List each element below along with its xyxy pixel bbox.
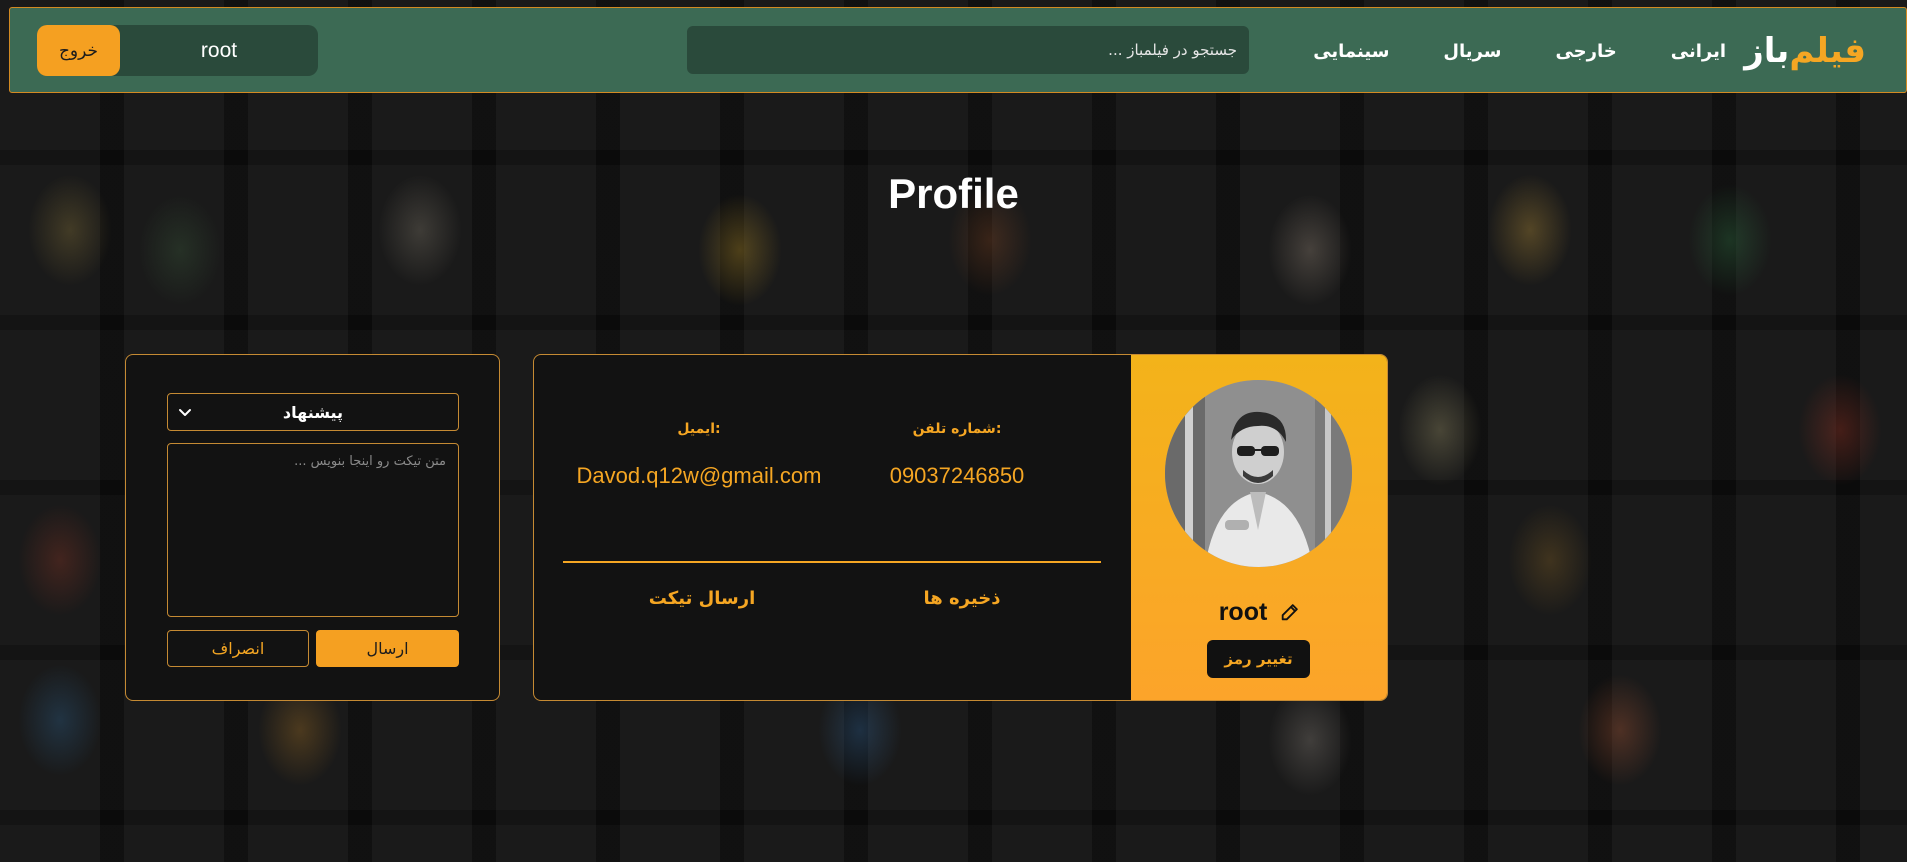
cancel-ticket-button[interactable]: انصراف	[167, 630, 309, 667]
page: فیلمباز ایرانی خارجی سریال سینمایی خروج …	[0, 0, 1907, 862]
email-label: ایمیل:	[677, 421, 721, 437]
divider	[563, 561, 1101, 563]
ticket-type-value: پیشنهاد	[282, 402, 344, 422]
profile-info: شماره تلفن: 09037246850 ایمیل: Davod.q12…	[534, 355, 1131, 700]
ticket-type-select[interactable]: پیشنهاد	[167, 393, 459, 431]
profile-username-row: root	[1131, 595, 1387, 629]
send-ticket-button[interactable]: ارسال	[316, 630, 459, 667]
logout-button[interactable]: خروج	[37, 25, 120, 76]
site-logo[interactable]: فیلم باز	[1744, 26, 1866, 76]
nav-item-foreign[interactable]: خارجی	[1555, 41, 1616, 62]
header-username[interactable]: root	[120, 25, 318, 76]
main-nav: ایرانی خارجی سریال سینمایی	[1313, 8, 1726, 94]
profile-avatar-panel: root تغییر رمز	[1131, 355, 1387, 700]
page-title: Profile	[888, 170, 1019, 217]
profile-username: root	[1218, 597, 1268, 626]
chevron-down-icon	[179, 409, 191, 416]
send-ticket-link[interactable]: ارسال تیکت	[592, 588, 812, 609]
phone-value: 09037246850	[889, 463, 1025, 488]
profile-card: شماره تلفن: 09037246850 ایمیل: Davod.q12…	[533, 354, 1388, 701]
nav-item-iranian[interactable]: ایرانی	[1671, 41, 1726, 62]
ticket-text-input[interactable]	[167, 443, 459, 617]
logo-text: فیلم	[1789, 31, 1866, 71]
avatar	[1165, 380, 1352, 567]
top-navbar: فیلمباز ایرانی خارجی سریال سینمایی خروج …	[9, 7, 1907, 93]
nav-item-series[interactable]: سریال	[1443, 41, 1501, 62]
logo-accent: باز	[1744, 31, 1790, 71]
search-input[interactable]	[699, 26, 1237, 74]
saved-items-link[interactable]: ذخیره ها	[852, 588, 1072, 609]
nav-item-cinema[interactable]: سینمایی	[1313, 41, 1389, 62]
phone-label: شماره تلفن:	[912, 421, 1002, 437]
search-box	[687, 26, 1249, 74]
avatar-photo	[1165, 380, 1352, 567]
edit-icon[interactable]	[1279, 601, 1301, 623]
user-menu: خروج root	[37, 25, 318, 76]
change-password-button[interactable]: تغییر رمز	[1207, 640, 1310, 678]
ticket-panel: پیشنهاد ارسال انصراف	[125, 354, 500, 701]
email-value: Davod.q12w@gmail.com	[576, 463, 822, 488]
